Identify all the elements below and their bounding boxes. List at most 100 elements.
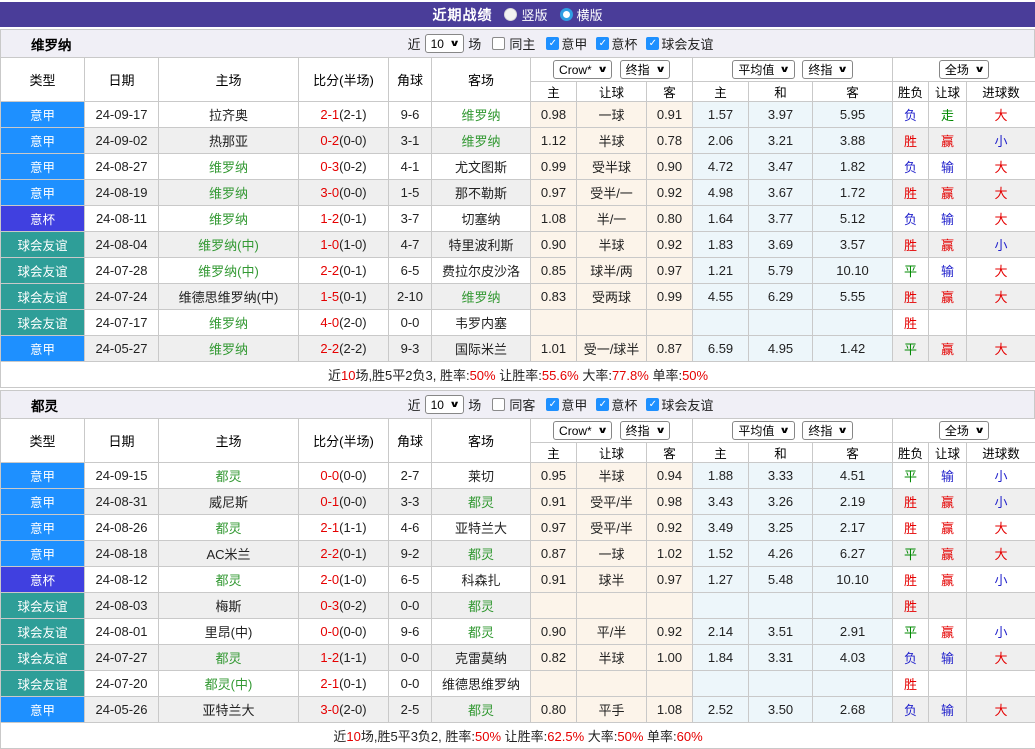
match-row: 意甲 24-09-02 热那亚 0-2(0-0) 3-1 维罗纳 1.12 半球… [1, 128, 1035, 154]
odds-handicap [577, 671, 647, 697]
radio-selected-icon[interactable] [504, 8, 517, 21]
avg-draw: 3.51 [749, 619, 813, 645]
result-outcome: 平 [893, 336, 929, 362]
result-outcome: 负 [893, 102, 929, 128]
serie-a-checkbox[interactable]: ✓ [546, 37, 559, 50]
avg-home [693, 310, 749, 336]
halftime-score: (0-1) [339, 211, 366, 226]
odds-stage-select[interactable]: 终指∨ [620, 60, 670, 79]
home-team: 都灵 [159, 463, 299, 489]
avg-away [813, 671, 893, 697]
halftime-score: (0-1) [339, 676, 366, 691]
avg-stage-select[interactable]: 终指∨ [802, 60, 852, 79]
odds-home [531, 310, 577, 336]
odds-away [647, 310, 693, 336]
result-outcome: 负 [893, 206, 929, 232]
coppa-checkbox[interactable]: ✓ [596, 37, 609, 50]
layout-horizontal-radio[interactable]: 横版 [560, 5, 603, 24]
match-row: 意甲 24-05-26 亚特兰大 3-0(2-0) 2-5 都灵 0.80 平手… [1, 697, 1035, 723]
summary-row: 近10场,胜5平3负2, 胜率:50% 让胜率:62.5% 大率:50% 单率:… [1, 723, 1035, 749]
col-avg-home: 主 [693, 443, 749, 463]
serie-a-checkbox[interactable]: ✓ [546, 398, 559, 411]
check-icon: ✓ [649, 37, 657, 50]
score-cell: 4-0(2-0) [299, 310, 389, 336]
avg-draw: 5.79 [749, 258, 813, 284]
fulltime-score: 0-1 [320, 494, 339, 509]
match-date: 24-05-27 [85, 336, 159, 362]
match-count-select[interactable]: 10∨ [425, 34, 465, 53]
avg-provider-select[interactable]: 平均值∨ [732, 421, 794, 440]
same-venue-checkbox[interactable] [492, 37, 505, 50]
radio-unselected-icon[interactable] [560, 8, 573, 21]
odds-handicap: 半/一 [577, 206, 647, 232]
result-handicap: 输 [929, 697, 967, 723]
avg-draw: 3.50 [749, 697, 813, 723]
fulltime-score: 1-5 [320, 289, 339, 304]
corner-score: 2-5 [389, 697, 432, 723]
score-cell: 1-5(0-1) [299, 284, 389, 310]
chevron-down-icon: ∨ [655, 64, 666, 75]
title-bar: 近期战绩 竖版 横版 [0, 2, 1035, 27]
same-venue-checkbox[interactable] [492, 398, 505, 411]
avg-away: 2.19 [813, 489, 893, 515]
away-team: 费拉尔皮沙洛 [432, 258, 531, 284]
home-team: 拉齐奥 [159, 102, 299, 128]
match-count-select[interactable]: 10∨ [425, 395, 465, 414]
league-type-cell: 意甲 [1, 102, 85, 128]
col-res-goals: 进球数 [967, 443, 1035, 463]
fulltime-select[interactable]: 全场∨ [939, 421, 989, 440]
avg-home: 2.14 [693, 619, 749, 645]
away-team: 维罗纳 [432, 102, 531, 128]
result-handicap: 赢 [929, 567, 967, 593]
score-cell: 1-0(1-0) [299, 232, 389, 258]
corner-score: 0-0 [389, 593, 432, 619]
avg-home: 6.59 [693, 336, 749, 362]
odds-away: 0.99 [647, 284, 693, 310]
chevron-down-icon: ∨ [449, 38, 460, 49]
avg-draw: 4.95 [749, 336, 813, 362]
odds-stage-select[interactable]: 终指∨ [620, 421, 670, 440]
odds-home: 0.90 [531, 232, 577, 258]
home-team: 维德思维罗纳(中) [159, 284, 299, 310]
same-venue-label: 同主 [509, 34, 535, 53]
home-team: 威尼斯 [159, 489, 299, 515]
odds-handicap: 半球 [577, 128, 647, 154]
odds-provider-select[interactable]: Crow*∨ [553, 60, 612, 79]
friendly-checkbox[interactable]: ✓ [646, 398, 659, 411]
match-date: 24-08-04 [85, 232, 159, 258]
avg-away: 5.95 [813, 102, 893, 128]
col-home: 主场 [159, 58, 299, 102]
summary-text: 近10场,胜5平2负3, 胜率:50% 让胜率:55.6% 大率:77.8% 单… [1, 362, 1035, 388]
match-date: 24-08-01 [85, 619, 159, 645]
avg-stage-select[interactable]: 终指∨ [802, 421, 852, 440]
avg-home [693, 671, 749, 697]
odds-away: 0.80 [647, 206, 693, 232]
odds-handicap: 受平/半 [577, 489, 647, 515]
odds-provider-select[interactable]: Crow*∨ [553, 421, 612, 440]
away-team: 都灵 [432, 619, 531, 645]
fulltime-select[interactable]: 全场∨ [939, 60, 989, 79]
result-goals: 小 [967, 489, 1035, 515]
league-type-cell: 球会友谊 [1, 258, 85, 284]
team-section-verona: 维罗纳 近 10∨ 场 同主 ✓ 意甲 ✓ 意杯 ✓ 球会友谊 类型 日期 主场 [0, 29, 1035, 388]
league-type-cell: 意甲 [1, 128, 85, 154]
coppa-checkbox[interactable]: ✓ [596, 398, 609, 411]
serie-a-label: 意甲 [561, 395, 587, 414]
match-date: 24-08-31 [85, 489, 159, 515]
odds-handicap [577, 310, 647, 336]
avg-draw [749, 671, 813, 697]
avg-draw [749, 310, 813, 336]
layout-vertical-radio[interactable]: 竖版 [504, 5, 547, 24]
friendly-checkbox[interactable]: ✓ [646, 37, 659, 50]
col-score: 比分(半场) [299, 58, 389, 102]
score-cell: 2-0(1-0) [299, 567, 389, 593]
result-outcome: 负 [893, 697, 929, 723]
away-team: 特里波利斯 [432, 232, 531, 258]
odds-handicap: 半球 [577, 645, 647, 671]
score-cell: 0-3(0-2) [299, 154, 389, 180]
avg-provider-select[interactable]: 平均值∨ [732, 60, 794, 79]
match-date: 24-08-11 [85, 206, 159, 232]
halftime-score: (2-0) [339, 315, 366, 330]
result-outcome: 胜 [893, 515, 929, 541]
score-cell: 1-2(0-1) [299, 206, 389, 232]
